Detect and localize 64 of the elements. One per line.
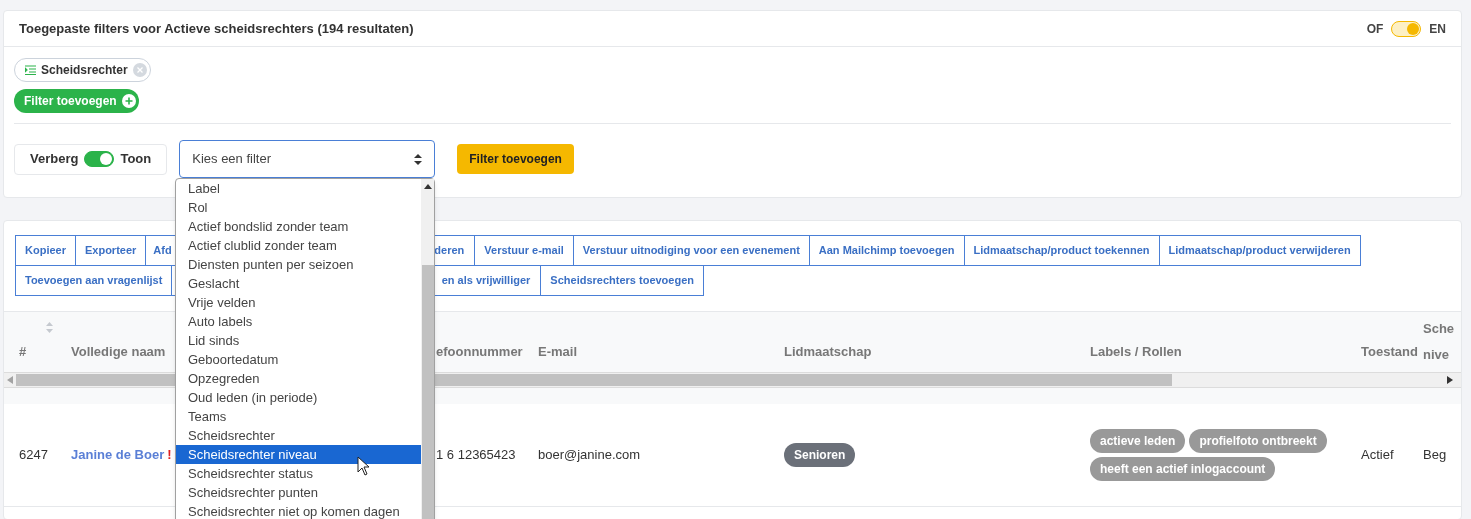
label-tag: actieve leden xyxy=(1090,429,1186,453)
column-header: Volledige naam xyxy=(71,343,166,362)
panel-title: Toegepaste filters voor Actieve scheidsrechters (194 resultaten) xyxy=(19,19,414,38)
dropdown-option[interactable]: Vrije velden xyxy=(176,293,421,312)
table-cell: 1 6 12365423 xyxy=(436,447,516,463)
label-tag: profielfoto ontbreekt xyxy=(1189,429,1327,453)
label-tag: heeft een actief inlogaccount xyxy=(1090,457,1276,481)
dropdown-option[interactable]: Oud leden (in periode) xyxy=(176,388,421,407)
mouse-pointer-icon xyxy=(357,456,370,476)
dropdown-option[interactable]: Opzegreden xyxy=(176,369,421,388)
action-button[interactable]: Verstuur uitnodiging voor een evenement xyxy=(572,235,810,266)
toggle-label: OF xyxy=(1366,20,1384,38)
vertical-scrollbar[interactable] xyxy=(421,179,434,519)
toggle-label: EN xyxy=(1429,20,1446,38)
dropdown-option[interactable]: Scheidsrechter status xyxy=(176,464,421,483)
column-header: Labels / Rollen xyxy=(1090,343,1182,362)
table-cell: Beg xyxy=(1423,447,1447,463)
action-button[interactable]: Aan Mailchimp toevoegen xyxy=(808,235,965,266)
membership-tag: Senioren xyxy=(784,443,856,467)
action-button[interactable]: Lidmaatschap/product toekennen xyxy=(963,235,1160,266)
dropdown-option[interactable]: Geslacht xyxy=(176,274,421,293)
column-header: E-mail xyxy=(538,343,577,362)
member-name-link[interactable]: Janine de Boer xyxy=(71,445,165,465)
dropdown-option[interactable]: Auto labels xyxy=(176,312,421,331)
scroll-left-icon[interactable] xyxy=(7,376,13,384)
filter-select[interactable]: Kies een filter xyxy=(179,140,436,178)
table-cell: Actief xyxy=(1361,447,1394,463)
dropdown-option[interactable]: Scheidsrechter punten xyxy=(176,483,421,502)
sort-caret-icon xyxy=(414,153,423,165)
dropdown-option[interactable]: Label xyxy=(176,179,421,198)
dropdown-option[interactable]: Actief clublid zonder team xyxy=(176,236,421,255)
column-header: efoonnummer xyxy=(436,343,523,362)
dropdown-option[interactable]: Teams xyxy=(176,407,421,426)
toggle-switch[interactable] xyxy=(84,151,115,167)
dropdown-option[interactable]: Scheidsrechter niet op komen dagen xyxy=(176,502,421,519)
table-cell: 6247 xyxy=(19,447,48,463)
column-header: Sche nive xyxy=(1423,320,1456,364)
dropdown-option[interactable]: Diensten punten per seizoen xyxy=(176,255,421,274)
dropdown-option[interactable]: Geboortedatum xyxy=(176,350,421,369)
dropdown-option[interactable]: Actief bondslid zonder team xyxy=(176,217,421,236)
filter-chip[interactable]: Scheidsrechter xyxy=(14,58,151,82)
scroll-up-icon[interactable] xyxy=(423,184,432,189)
column-header: # xyxy=(19,343,27,362)
action-button[interactable]: Lidmaatschap/product verwijderen xyxy=(1158,235,1361,266)
close-icon[interactable] xyxy=(132,63,147,77)
dropdown-option[interactable]: Scheidsrechter xyxy=(176,426,421,445)
toggle-label: Verberg xyxy=(30,150,79,169)
scroll-right-icon[interactable] xyxy=(1447,376,1453,384)
column-header: Lidmaatschap xyxy=(784,343,872,362)
action-button[interactable]: Toevoegen aan vragenlijst xyxy=(15,265,173,296)
dropdown-option[interactable]: Scheidsrechter niveau xyxy=(176,445,421,464)
action-button[interactable]: Scheidsrechters toevoegen xyxy=(540,265,704,296)
list-icon xyxy=(25,65,36,75)
action-button[interactable]: Kopieer xyxy=(15,235,76,266)
add-filter-button[interactable]: Filter toevoegen xyxy=(457,144,574,174)
toggle-switch[interactable] xyxy=(1391,20,1422,37)
table-cell: boer@janine.com xyxy=(538,447,641,463)
column-header: Toestand xyxy=(1361,343,1418,362)
toggle-label: Toon xyxy=(120,150,152,169)
plus-icon xyxy=(121,94,136,108)
warning-mark: ! xyxy=(167,446,172,465)
dropdown-option[interactable]: Rol xyxy=(176,198,421,217)
sort-icon[interactable] xyxy=(46,322,53,333)
dropdown-option[interactable]: Lid sinds xyxy=(176,331,421,350)
